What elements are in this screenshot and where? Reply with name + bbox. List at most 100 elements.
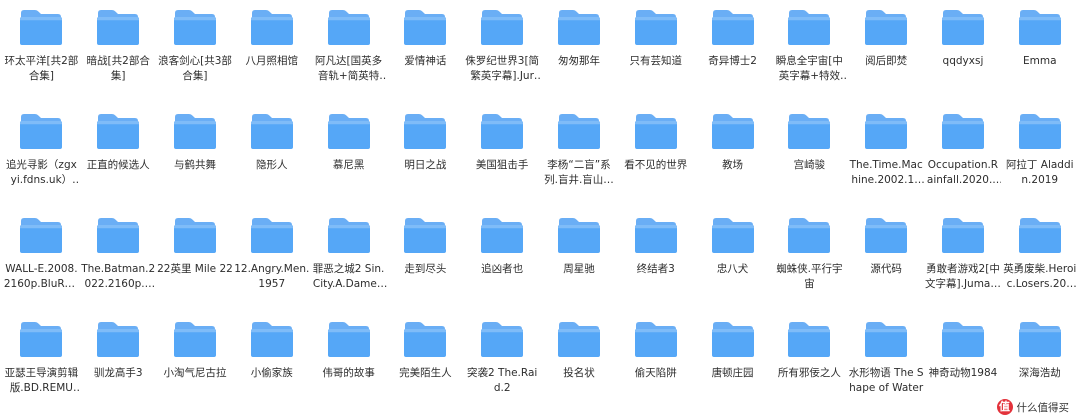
folder-item[interactable]: WALL-E.2008.2160p.BluRay.x… — [3, 208, 80, 312]
folder-icon — [557, 218, 600, 253]
folder-item[interactable]: qqdyxsj — [925, 0, 1002, 104]
folder-item[interactable]: 终结者3 — [617, 208, 694, 312]
folder-item[interactable]: 罪恶之城2 Sin.City.A.Dame.to… — [310, 208, 387, 312]
folder-item[interactable]: 偷天陷阱 — [617, 312, 694, 416]
folder-item[interactable]: The.Time.Machine.2002.1080… — [848, 104, 925, 208]
folder-icon — [788, 10, 831, 45]
folder-item[interactable]: 水形物语 The Shape of Water — [848, 312, 925, 416]
folder-item[interactable]: 小淘气尼古拉 — [157, 312, 234, 416]
folder-label: 瞬息全宇宙[中英字幕+特效字… — [775, 55, 843, 82]
watermark: 值 什么值得买 — [993, 398, 1074, 416]
folder-label: 22英里 Mile 22 — [157, 263, 233, 275]
folder-label: 源代码 — [870, 263, 902, 275]
folder-item[interactable]: Occupation.Rainfall.2020.108… — [925, 104, 1002, 208]
folder-label: 终结者3 — [636, 263, 675, 275]
folder-icon — [711, 322, 754, 357]
folder-icon — [941, 218, 984, 253]
folder-icon — [481, 218, 524, 253]
folder-item[interactable]: 阿凡达[国英多音轨+简英特效… — [310, 0, 387, 104]
folder-item[interactable]: 教场 — [694, 104, 771, 208]
folder-item[interactable]: 小偷家族 — [233, 312, 310, 416]
folder-icon — [557, 322, 600, 357]
folder-item[interactable]: 暗战[共2部合集] — [80, 0, 157, 104]
folder-item[interactable]: Emma — [1001, 0, 1078, 104]
folder-item[interactable]: 阅后即焚 — [848, 0, 925, 104]
folder-label: 隐形人 — [256, 159, 288, 171]
folder-item[interactable]: 匆匆那年 — [541, 0, 618, 104]
folder-item[interactable]: 慕尼黑 — [310, 104, 387, 208]
folder-label: 追凶者也 — [481, 263, 524, 275]
folder-icon — [557, 10, 600, 45]
folder-item[interactable]: 英勇废柴.Heroic.Losers.2019… — [1001, 208, 1078, 312]
folder-item[interactable]: 12.Angry.Men.1957 — [233, 208, 310, 312]
folder-label: 唐顿庄园 — [711, 367, 754, 379]
folder-icon — [173, 114, 216, 149]
folder-item[interactable]: 宫崎骏 — [771, 104, 848, 208]
folder-item[interactable]: 隐形人 — [233, 104, 310, 208]
folder-icon — [711, 218, 754, 253]
folder-item[interactable]: 与鹤共舞 — [157, 104, 234, 208]
folder-item[interactable]: The.Batman.2022.2160p.AM… — [80, 208, 157, 312]
folder-item[interactable]: 八月照相馆 — [233, 0, 310, 104]
folder-item[interactable]: 周星驰 — [541, 208, 618, 312]
folder-label: 偷天陷阱 — [634, 367, 677, 379]
folder-item[interactable]: 走到尽头 — [387, 208, 464, 312]
folder-icon — [711, 114, 754, 149]
folder-item[interactable]: 所有邪佞之人 — [771, 312, 848, 416]
folder-item[interactable]: 突袭2 The.Raid.2 — [464, 312, 541, 416]
folder-icon — [788, 322, 831, 357]
folder-item[interactable]: 侏罗纪世界3[简繁英字幕].Jura… — [464, 0, 541, 104]
folder-item[interactable]: 完美陌生人 — [387, 312, 464, 416]
folder-item[interactable]: 看不见的世界 — [617, 104, 694, 208]
folder-label: 八月照相馆 — [245, 55, 299, 67]
folder-label: 浪客剑心[共3部合集] — [158, 55, 232, 82]
folder-label: 暗战[共2部合集] — [86, 55, 150, 82]
folder-label: 忠八犬 — [716, 263, 749, 275]
watermark-badge: 值 — [996, 399, 1013, 415]
folder-item[interactable]: 美国狙击手 — [464, 104, 541, 208]
folder-icon — [481, 322, 524, 357]
folder-label: 蜘蛛侠.平行宇宙 — [776, 263, 843, 290]
folder-item[interactable]: 瞬息全宇宙[中英字幕+特效字… — [771, 0, 848, 104]
folder-label: 看不见的世界 — [624, 159, 688, 171]
folder-item[interactable]: 奇异博士2 — [694, 0, 771, 104]
folder-label: 明日之战 — [404, 159, 447, 171]
folder-label: 正直的候选人 — [86, 159, 150, 171]
folder-item[interactable]: 唐顿庄园 — [694, 312, 771, 416]
folder-item[interactable]: 22英里 Mile 22 — [157, 208, 234, 312]
folder-icon — [327, 218, 370, 253]
folder-label: 小偷家族 — [250, 367, 293, 379]
folder-item[interactable]: 明日之战 — [387, 104, 464, 208]
folder-item[interactable]: 正直的候选人 — [80, 104, 157, 208]
folder-item[interactable]: 忠八犬 — [694, 208, 771, 312]
folder-item[interactable]: 李杨“二盲”系列.盲井.盲山… — [541, 104, 618, 208]
folder-item[interactable]: 环太平洋[共2部合集] — [3, 0, 80, 104]
folder-item[interactable]: 亚瑟王导演剪辑版.BD.REMUX… — [3, 312, 80, 416]
folder-item[interactable]: 爱情神话 — [387, 0, 464, 104]
folder-item[interactable]: 只有芸知道 — [617, 0, 694, 104]
folder-item[interactable]: 投名状 — [541, 312, 618, 416]
folder-icon — [173, 218, 216, 253]
folder-item[interactable]: 追凶者也 — [464, 208, 541, 312]
folder-item[interactable]: 神奇动物1984 — [925, 312, 1002, 416]
folder-icon — [788, 114, 831, 149]
folder-item[interactable]: 勇敢者游戏2[中文字幕].Juma… — [925, 208, 1002, 312]
folder-label: 周星驰 — [563, 263, 595, 275]
folder-label: 追光寻影（zgxyi.fdns.uk）寂… — [5, 159, 77, 186]
folder-icon — [250, 114, 293, 149]
folder-label: 12.Angry.Men.1957 — [234, 263, 310, 290]
folder-item[interactable]: 阿拉丁 Aladdin.2019 — [1001, 104, 1078, 208]
folder-label: qqdyxsj — [942, 55, 984, 67]
folder-item[interactable]: 蜘蛛侠.平行宇宙 — [771, 208, 848, 312]
folder-icon — [97, 114, 140, 149]
folder-item[interactable]: 追光寻影（zgxyi.fdns.uk）寂… — [3, 104, 80, 208]
folder-grid: 环太平洋[共2部合集] 暗战[共2部合集] 浪客剑心[共3部合集] 八月照相馆 阿凡达[… — [3, 0, 1078, 416]
folder-item[interactable]: 驯龙高手3 — [80, 312, 157, 416]
folder-icon — [20, 10, 63, 45]
folder-item[interactable]: 浪客剑心[共3部合集] — [157, 0, 234, 104]
folder-icon — [250, 10, 293, 45]
folder-item[interactable]: 源代码 — [848, 208, 925, 312]
folder-icon — [1018, 10, 1061, 45]
folder-icon — [941, 10, 984, 45]
folder-item[interactable]: 伟哥的故事 — [310, 312, 387, 416]
